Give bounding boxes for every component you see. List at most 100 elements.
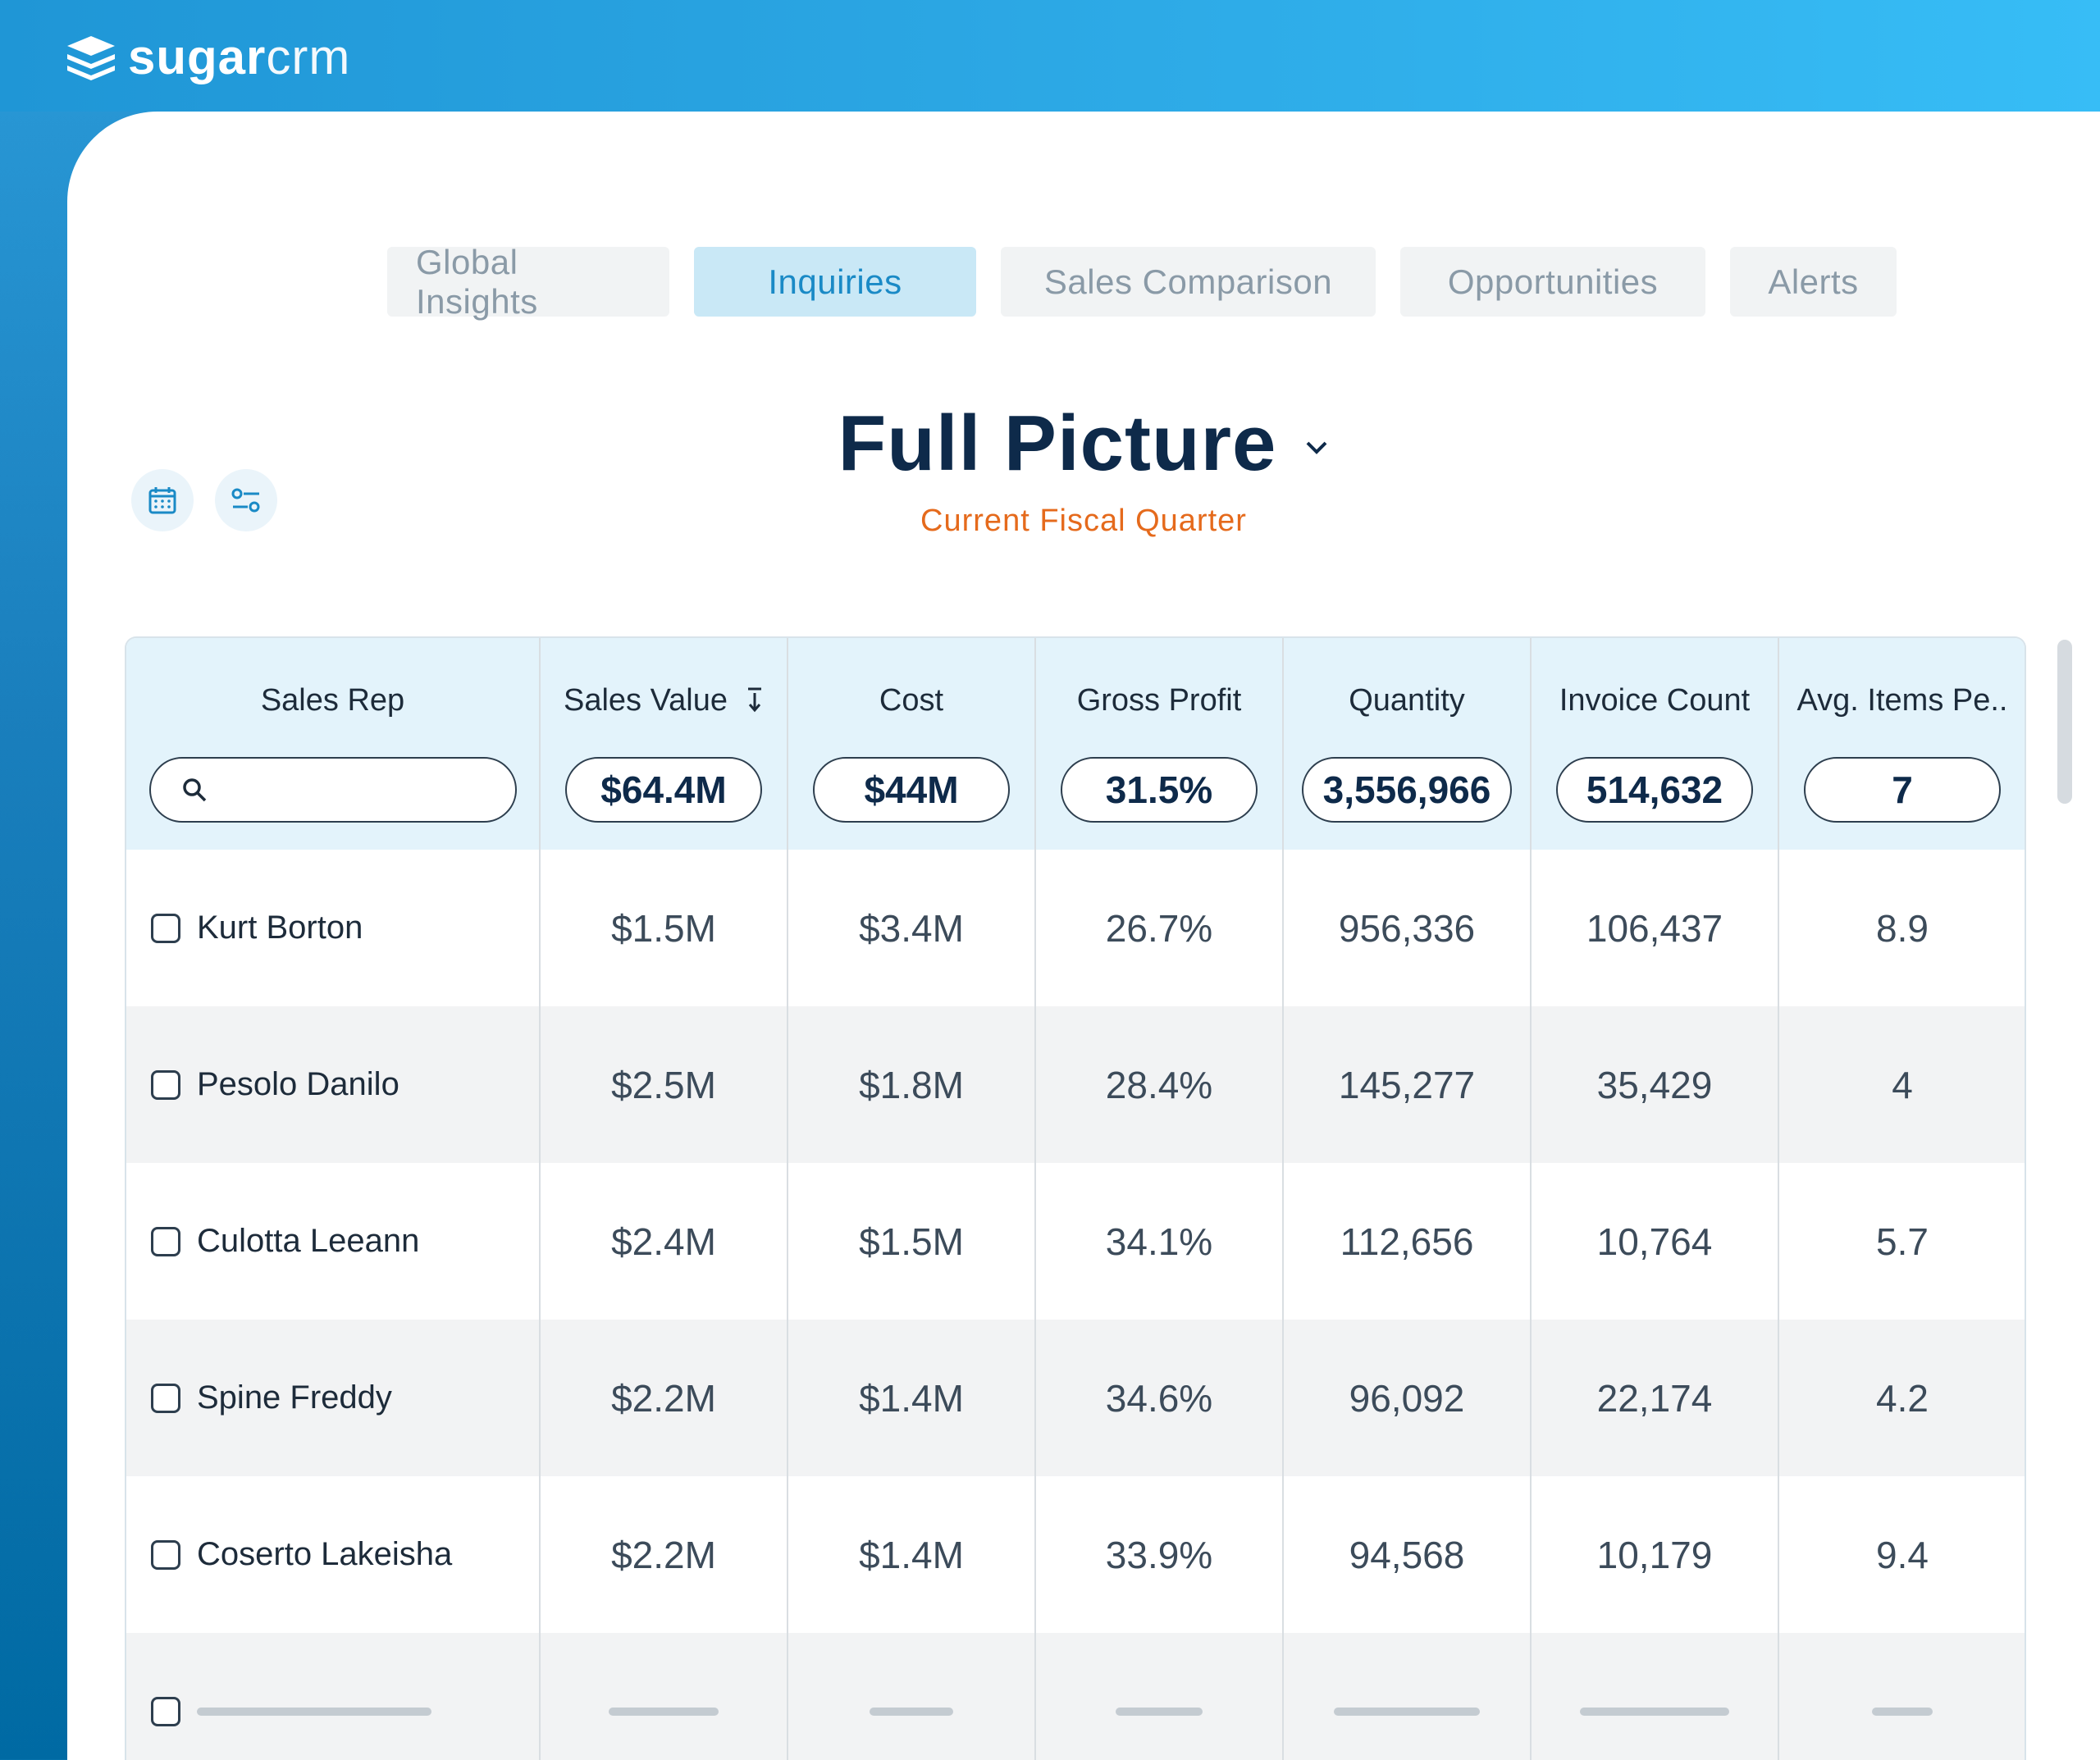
table-row[interactable]: Coserto Lakeisha $2.2M $1.4M 33.9% 94,56… [126, 1476, 2025, 1633]
avg-items-cell: 4 [1892, 1063, 1913, 1106]
quantity-cell: 94,568 [1349, 1533, 1465, 1576]
column-divider [539, 638, 541, 1760]
total-quantity: 3,556,966 [1302, 757, 1512, 823]
logo-stack-icon [67, 36, 115, 80]
tab-inquiries[interactable]: Inquiries [694, 247, 976, 317]
row-checkbox[interactable] [151, 1069, 180, 1100]
table-row[interactable]: Culotta Leeann $2.4M $1.5M 34.1% 112,656… [126, 1163, 2025, 1320]
loading-placeholder [609, 1707, 719, 1716]
total-invoice-count: 514,632 [1556, 757, 1753, 823]
tab-alerts[interactable]: Alerts [1730, 247, 1897, 317]
tab-bar: Global Insights Inquiries Sales Comparis… [387, 243, 1897, 321]
quantity-cell: 956,336 [1338, 906, 1476, 950]
logo-text-light: crm [266, 30, 351, 84]
loading-placeholder [1580, 1707, 1729, 1716]
column-divider [787, 638, 788, 1760]
sales-value-cell: $1.5M [611, 906, 716, 950]
cost-cell: $1.8M [859, 1063, 964, 1106]
vertical-scrollbar[interactable] [2057, 640, 2072, 804]
report-selector[interactable]: Full Picture [838, 399, 1330, 489]
column-header-sales-value[interactable]: Sales Value [541, 683, 787, 724]
table-row-loading [126, 1633, 2025, 1760]
row-checkbox[interactable] [151, 1696, 180, 1726]
quantity-cell: 96,092 [1349, 1376, 1465, 1420]
cost-cell: $1.4M [859, 1533, 964, 1576]
row-checkbox[interactable] [151, 1383, 180, 1413]
loading-placeholder [197, 1707, 431, 1716]
logo-text-bold: sugar [128, 30, 267, 84]
avg-items-cell: 5.7 [1876, 1220, 1929, 1263]
column-header-sales-rep[interactable]: Sales Rep [126, 683, 539, 724]
column-header-cost[interactable]: Cost [788, 683, 1034, 724]
sales-rep-name: Kurt Borton [197, 910, 363, 946]
table-row[interactable]: Pesolo Danilo $2.5M $1.8M 28.4% 145,277 … [126, 1006, 2025, 1163]
total-sales-value: $64.4M [565, 757, 762, 823]
loading-placeholder [1116, 1707, 1203, 1716]
date-range-subtitle: Current Fiscal Quarter [920, 504, 1247, 538]
column-header-quantity[interactable]: Quantity [1284, 683, 1530, 724]
sales-rep-name: Coserto Lakeisha [197, 1536, 453, 1572]
loading-placeholder [1334, 1707, 1480, 1716]
invoice-count-cell: 35,429 [1596, 1063, 1713, 1106]
sales-rep-search-input[interactable] [149, 757, 517, 823]
sales-value-cell: $2.2M [611, 1533, 716, 1576]
column-header-invoice-count[interactable]: Invoice Count [1532, 683, 1778, 724]
page-title: Full Picture [838, 399, 1277, 487]
total-cost: $44M [813, 757, 1010, 823]
invoice-count-cell: 106,437 [1586, 906, 1723, 950]
gross-profit-cell: 33.9% [1105, 1533, 1213, 1576]
sales-value-cell: $2.5M [611, 1063, 716, 1106]
tab-global-insights[interactable]: Global Insights [387, 243, 669, 321]
column-divider [1034, 638, 1036, 1760]
gross-profit-cell: 34.6% [1105, 1376, 1213, 1420]
gross-profit-cell: 26.7% [1105, 906, 1213, 950]
sales-rep-name: Culotta Leeann [197, 1223, 420, 1259]
column-divider [1778, 638, 1779, 1760]
loading-placeholder [1872, 1707, 1933, 1716]
cost-cell: $3.4M [859, 906, 964, 950]
avg-items-cell: 4.2 [1876, 1376, 1929, 1420]
sales-rep-name: Pesolo Danilo [197, 1066, 399, 1102]
tab-label: Sales Comparison [1043, 262, 1333, 301]
cost-cell: $1.4M [859, 1376, 964, 1420]
total-avg-items: 7 [1804, 757, 2001, 823]
invoice-count-cell: 22,174 [1596, 1376, 1713, 1420]
tab-label: Inquiries [768, 262, 902, 301]
search-icon [183, 778, 207, 802]
top-bar: sugarcrm [0, 0, 2100, 112]
chevron-down-icon [1306, 441, 1327, 454]
sugarcrm-logo[interactable]: sugarcrm [64, 31, 350, 84]
invoice-count-cell: 10,179 [1596, 1533, 1713, 1576]
row-checkbox[interactable] [151, 1539, 180, 1570]
column-header-label: Sales Value [564, 683, 728, 718]
sales-rep-table: Kurt Borton $1.5M $3.4M 26.7% 956,336 10… [125, 636, 2026, 1760]
column-divider [1530, 638, 1532, 1760]
gross-profit-cell: 34.1% [1105, 1220, 1213, 1263]
sales-rep-name: Spine Freddy [197, 1379, 392, 1416]
cost-cell: $1.5M [859, 1220, 964, 1263]
sort-descending-icon[interactable] [746, 686, 764, 714]
row-checkbox[interactable] [151, 913, 180, 943]
row-checkbox[interactable] [151, 1226, 180, 1256]
tab-label: Alerts [1768, 262, 1859, 301]
main-panel: Global Insights Inquiries Sales Comparis… [67, 112, 2100, 1760]
column-header-gross-profit[interactable]: Gross Profit [1036, 683, 1282, 724]
sales-value-cell: $2.2M [611, 1376, 716, 1420]
table-row[interactable]: Kurt Borton $1.5M $3.4M 26.7% 956,336 10… [126, 850, 2025, 1006]
quantity-cell: 145,277 [1338, 1063, 1476, 1106]
tab-opportunities[interactable]: Opportunities [1400, 247, 1705, 317]
column-header-avg-items[interactable]: Avg. Items Pe.. [1779, 683, 2025, 724]
tab-label: Global Insights [416, 242, 538, 321]
report-header: Full Picture Current Fiscal Quarter [67, 399, 2100, 539]
loading-placeholder [870, 1707, 953, 1716]
sales-value-cell: $2.4M [611, 1220, 716, 1263]
tab-sales-comparison[interactable]: Sales Comparison [1001, 247, 1376, 317]
total-gross-profit: 31.5% [1061, 757, 1258, 823]
gross-profit-cell: 28.4% [1105, 1063, 1213, 1106]
avg-items-cell: 8.9 [1876, 906, 1929, 950]
column-divider [1282, 638, 1284, 1760]
table-row[interactable]: Spine Freddy $2.2M $1.4M 34.6% 96,092 22… [126, 1320, 2025, 1476]
avg-items-cell: 9.4 [1876, 1533, 1929, 1576]
invoice-count-cell: 10,764 [1596, 1220, 1713, 1263]
quantity-cell: 112,656 [1340, 1220, 1474, 1263]
